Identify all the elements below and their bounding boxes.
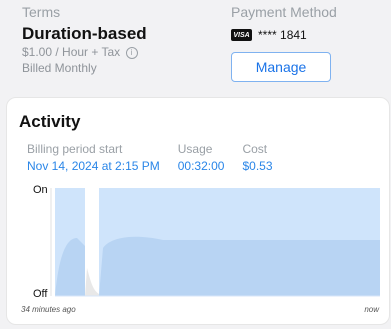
rate-value: $1.00 / Hour + Tax	[22, 45, 121, 59]
chart-area-main	[99, 236, 380, 296]
terms-title: Duration-based	[22, 24, 147, 43]
billing-summary: Terms Duration-based $1.00 / Hour + Tax …	[0, 0, 391, 96]
info-icon[interactable]: i	[125, 46, 138, 59]
activity-chart-svg	[50, 188, 380, 297]
payment-label: Payment Method	[231, 4, 337, 20]
terms-section: Terms Duration-based $1.00 / Hour + Tax …	[22, 4, 147, 76]
card-row: VISA **** 1841	[231, 28, 381, 42]
chart-time-end: now	[364, 305, 379, 314]
visa-icon: VISA	[231, 29, 252, 41]
card-number: **** 1841	[258, 28, 307, 42]
terms-label: Terms	[22, 4, 61, 20]
manage-button[interactable]: Manage	[231, 52, 331, 82]
payment-section: Payment Method VISA **** 1841 Manage	[231, 4, 381, 82]
rate-text: $1.00 / Hour + Tax i	[22, 44, 147, 60]
activity-card: Activity Billing period start Nov 14, 20…	[6, 97, 390, 325]
chart-time-start: 34 minutes ago	[21, 305, 76, 314]
billing-frequency: Billed Monthly	[22, 61, 97, 75]
activity-chart: On Off 34 minutes ago now	[7, 98, 389, 324]
